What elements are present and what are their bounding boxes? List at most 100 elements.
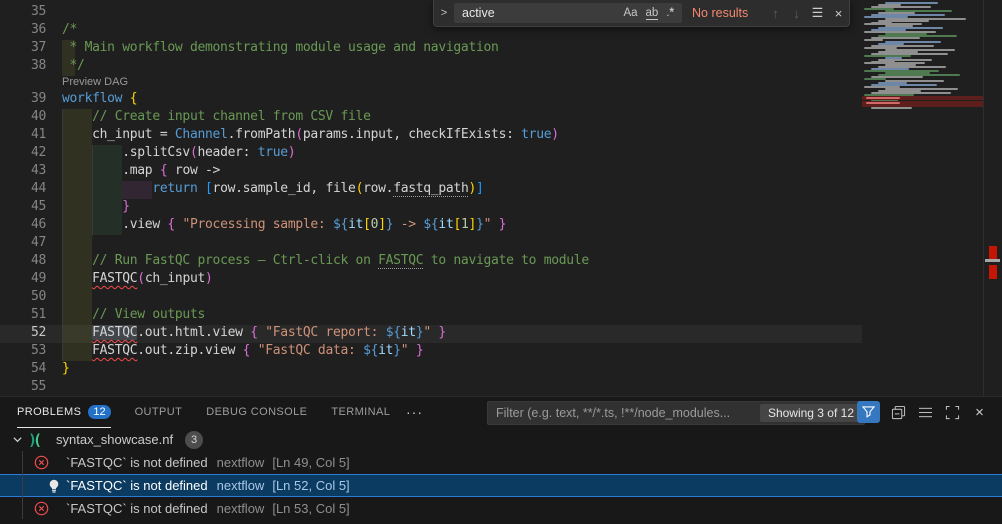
code-line-text: ch_input = Channel.fromPath(params.input… bbox=[62, 127, 559, 142]
indent-tint bbox=[62, 289, 92, 307]
line-number[interactable]: 39 bbox=[0, 91, 46, 106]
problem-location: [Ln 49, Col 5] bbox=[272, 455, 349, 470]
indent-tint bbox=[62, 235, 92, 253]
overview-ruler[interactable] bbox=[983, 0, 1002, 396]
code-line[interactable]: 41 ch_input = Channel.fromPath(params.in… bbox=[0, 127, 862, 145]
line-number[interactable]: 51 bbox=[0, 307, 46, 322]
close-panel-icon[interactable]: × bbox=[971, 404, 988, 421]
problem-row[interactable]: `FASTQC` is not defined nextflow [Ln 52, C… bbox=[0, 474, 1002, 497]
code-line[interactable]: 43 .map { row -> bbox=[0, 163, 862, 181]
code-line[interactable]: 38 */ bbox=[0, 58, 862, 76]
code-line[interactable]: 47 bbox=[0, 235, 862, 253]
close-find-icon[interactable]: × bbox=[828, 6, 849, 21]
code-line[interactable]: 54} bbox=[0, 361, 862, 379]
problems-file-name: syntax_showcase.nf bbox=[56, 432, 173, 447]
line-number[interactable]: 36 bbox=[0, 22, 46, 37]
code-line-text: FASTQC.out.zip.view { "FastQC data: ${it… bbox=[62, 343, 423, 358]
problem-row[interactable]: `FASTQC` is not definednextflow[Ln 49, C… bbox=[0, 451, 1002, 474]
codelens-link[interactable]: Preview DAG bbox=[62, 76, 128, 88]
line-number[interactable]: 37 bbox=[0, 40, 46, 55]
minimap-error-line bbox=[862, 101, 983, 107]
code-line[interactable]: 51 // View outputs bbox=[0, 307, 862, 325]
tab-debug-console[interactable]: DEBUG CONSOLE bbox=[206, 397, 307, 428]
problems-filter-input[interactable]: Filter (e.g. text, **/*.ts, !**/node_mod… bbox=[487, 401, 865, 425]
find-input[interactable]: active Aa ab .* bbox=[454, 3, 682, 23]
problem-source: nextflow bbox=[217, 455, 265, 470]
problem-source: nextflow bbox=[217, 501, 265, 516]
line-number[interactable]: 47 bbox=[0, 235, 46, 250]
code-line-text: return [row.sample_id, file(row.fastq_pa… bbox=[62, 181, 484, 196]
maximize-panel-icon[interactable] bbox=[944, 404, 961, 421]
whole-word-icon[interactable]: ab bbox=[642, 6, 663, 20]
line-number[interactable]: 38 bbox=[0, 58, 46, 73]
problem-location: [Ln 53, Col 5] bbox=[272, 501, 349, 516]
find-toggle-chevron-icon[interactable]: > bbox=[434, 7, 454, 19]
code-line[interactable]: 44 return [row.sample_id, file(row.fastq… bbox=[0, 181, 862, 199]
ruler-cursor-mark bbox=[985, 259, 1000, 262]
code-editor[interactable]: 35 36 /* 37 * Main workflow demonstrating m… bbox=[0, 0, 862, 396]
panel-more-actions-icon[interactable]: ··· bbox=[406, 397, 423, 427]
vscode-window: 35 36 /* 37 * Main workflow demonstrating m… bbox=[0, 0, 1002, 524]
line-number[interactable]: 49 bbox=[0, 271, 46, 286]
line-number[interactable]: 50 bbox=[0, 289, 46, 304]
tab-terminal[interactable]: TERMINAL bbox=[331, 397, 390, 428]
codelens-row: Preview DAG bbox=[0, 76, 862, 91]
regex-icon[interactable]: .* bbox=[662, 6, 678, 20]
code-line[interactable]: 48 // Run FastQC process – Ctrl-click on… bbox=[0, 253, 862, 271]
code-line[interactable]: 52 FASTQC.out.html.view { "FastQC report… bbox=[0, 325, 862, 343]
next-match-icon[interactable]: ↓ bbox=[786, 6, 807, 21]
line-number[interactable]: 54 bbox=[0, 361, 46, 376]
code-line[interactable]: 39workflow { bbox=[0, 91, 862, 109]
code-line[interactable]: 46 .view { "Processing sample: ${it[0]} … bbox=[0, 217, 862, 235]
line-number[interactable]: 45 bbox=[0, 199, 46, 214]
match-case-icon[interactable]: Aa bbox=[619, 6, 641, 20]
code-line[interactable]: 37 * Main workflow demonstrating module … bbox=[0, 40, 862, 58]
line-number[interactable]: 55 bbox=[0, 379, 46, 394]
minimap[interactable] bbox=[862, 0, 983, 396]
code-line[interactable]: 45 } bbox=[0, 199, 862, 217]
code-line[interactable]: 49 FASTQC(ch_input) bbox=[0, 271, 862, 289]
error-icon bbox=[33, 501, 49, 517]
filter-funnel-icon[interactable] bbox=[857, 401, 880, 423]
line-number[interactable]: 44 bbox=[0, 181, 46, 196]
code-line-text: // Create input channel from CSV file bbox=[62, 109, 371, 124]
minimap-error-line bbox=[862, 96, 983, 100]
find-query[interactable]: active bbox=[462, 6, 619, 20]
code-line[interactable]: 40 // Create input channel from CSV file bbox=[0, 109, 862, 127]
line-number[interactable]: 43 bbox=[0, 163, 46, 178]
problem-message: `FASTQC` is not defined bbox=[66, 501, 208, 516]
find-in-selection-icon[interactable]: ☰ bbox=[807, 5, 828, 21]
previous-match-icon[interactable]: ↑ bbox=[765, 6, 786, 21]
problem-message: `FASTQC` is not defined bbox=[66, 478, 208, 493]
code-line[interactable]: 42 .splitCsv(header: true) bbox=[0, 145, 862, 163]
line-number[interactable]: 53 bbox=[0, 343, 46, 358]
minimap-error-text bbox=[866, 97, 900, 99]
collapse-all-icon[interactable] bbox=[890, 404, 907, 421]
line-number[interactable]: 46 bbox=[0, 217, 46, 232]
view-as-table-icon[interactable] bbox=[917, 404, 934, 421]
problem-location: [Ln 52, Col 5] bbox=[272, 478, 349, 493]
line-number[interactable]: 42 bbox=[0, 145, 46, 160]
code-line-text: // View outputs bbox=[62, 307, 205, 322]
problems-file-group[interactable]: )(syntax_showcase.nf3 bbox=[0, 428, 1002, 451]
panel-actions: × bbox=[890, 401, 988, 423]
tab-output[interactable]: OUTPUT bbox=[135, 397, 183, 428]
code-line[interactable]: 53 FASTQC.out.zip.view { "FastQC data: $… bbox=[0, 343, 862, 361]
tab-problems[interactable]: PROBLEMS12 bbox=[17, 397, 111, 428]
line-number[interactable]: 52 bbox=[0, 325, 46, 340]
line-number[interactable]: 41 bbox=[0, 127, 46, 142]
code-line[interactable]: 55 bbox=[0, 379, 862, 396]
problem-source: nextflow bbox=[217, 478, 265, 493]
line-number[interactable]: 48 bbox=[0, 253, 46, 268]
line-number[interactable]: 40 bbox=[0, 109, 46, 124]
filter-placeholder: Filter (e.g. text, **/*.ts, !**/node_mod… bbox=[496, 406, 760, 420]
minimap-error-text bbox=[866, 102, 900, 104]
chevron-down-icon[interactable] bbox=[12, 434, 24, 445]
code-line-text: /* bbox=[62, 22, 77, 37]
problems-tree: )(syntax_showcase.nf3`FASTQC` is not def… bbox=[0, 428, 1002, 520]
line-number[interactable]: 35 bbox=[0, 4, 46, 19]
problem-row[interactable]: `FASTQC` is not defined nextflow [Ln 53, C… bbox=[0, 497, 1002, 520]
lightbulb-icon[interactable] bbox=[46, 478, 62, 494]
code-line[interactable]: 50 bbox=[0, 289, 862, 307]
indent-guide bbox=[62, 109, 63, 361]
